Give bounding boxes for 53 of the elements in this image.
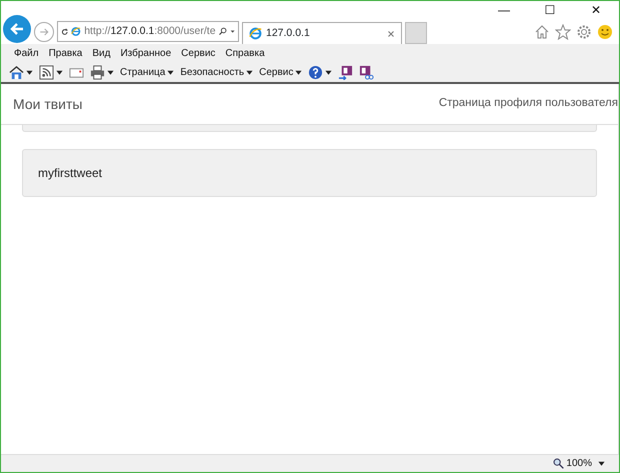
magnifier-icon — [553, 458, 564, 469]
search-icon[interactable] — [218, 26, 227, 37]
minimize-button[interactable]: — — [481, 1, 527, 19]
browser-tab[interactable]: 127.0.0.1 — [242, 22, 402, 44]
tab-title: 127.0.0.1 — [266, 26, 311, 41]
menu-item[interactable]: Сервис — [176, 46, 220, 60]
address-field[interactable]: http://127.0.0.1:8000/user/te — [57, 21, 239, 42]
menu-item[interactable]: Файл — [9, 46, 44, 60]
toolbar-button[interactable]: Страница — [120, 64, 174, 80]
settings-icon[interactable] — [576, 24, 592, 40]
toolbar-button[interactable] — [308, 64, 332, 80]
dropdown-caret-icon — [246, 68, 254, 76]
dropdown-caret-icon — [325, 68, 332, 76]
toolbar-button[interactable] — [338, 64, 354, 80]
help-icon — [308, 64, 324, 80]
toolbar-button[interactable]: Безопасность — [180, 64, 254, 80]
browser-logo-icon — [71, 25, 82, 38]
profile-link[interactable]: Страница профиля пользователя — [438, 95, 618, 113]
note-send-icon — [338, 64, 354, 80]
toolbar-button[interactable]: Сервис — [259, 64, 302, 80]
dropdown-caret-icon — [107, 68, 114, 76]
dropdown-caret-icon[interactable] — [230, 28, 235, 35]
smiley-icon[interactable] — [597, 24, 613, 40]
toolbar-button[interactable] — [9, 64, 33, 80]
feed-icon — [39, 64, 54, 80]
zoom-button[interactable]: 100% — [553, 456, 592, 471]
refresh-icon — [61, 26, 68, 36]
note-link-icon — [359, 64, 374, 80]
brand-link[interactable]: Мои твиты — [13, 94, 82, 114]
printer-icon — [90, 64, 105, 80]
menu-item[interactable]: Справка — [220, 46, 270, 60]
maximize-button[interactable]: ☐ — [527, 1, 573, 19]
menu-item[interactable]: Избранное — [115, 46, 176, 60]
browser-logo-icon — [249, 27, 262, 40]
star-icon[interactable] — [555, 24, 571, 40]
toolbar-button[interactable] — [90, 64, 114, 80]
home-icon[interactable] — [534, 24, 550, 40]
close-button[interactable]: ✕ — [573, 1, 619, 19]
close-icon[interactable] — [387, 30, 395, 38]
dropdown-caret-icon[interactable] — [598, 460, 605, 467]
menu-item[interactable]: Правка — [44, 46, 88, 60]
dropdown-caret-icon — [56, 68, 63, 76]
toolbar-button[interactable] — [359, 64, 374, 80]
menu-item[interactable]: Вид — [87, 46, 116, 60]
dropdown-caret-icon — [295, 68, 302, 76]
dropdown-caret-icon — [167, 68, 174, 76]
url-text: http://127.0.0.1:8000/user/te — [84, 24, 216, 39]
tweet-text: myfirsttweet — [38, 165, 102, 182]
toolbar-button[interactable] — [39, 64, 63, 80]
back-arrow-icon — [9, 20, 25, 36]
home-icon — [9, 64, 24, 80]
dropdown-caret-icon — [26, 68, 33, 76]
back-button[interactable] — [3, 14, 31, 42]
